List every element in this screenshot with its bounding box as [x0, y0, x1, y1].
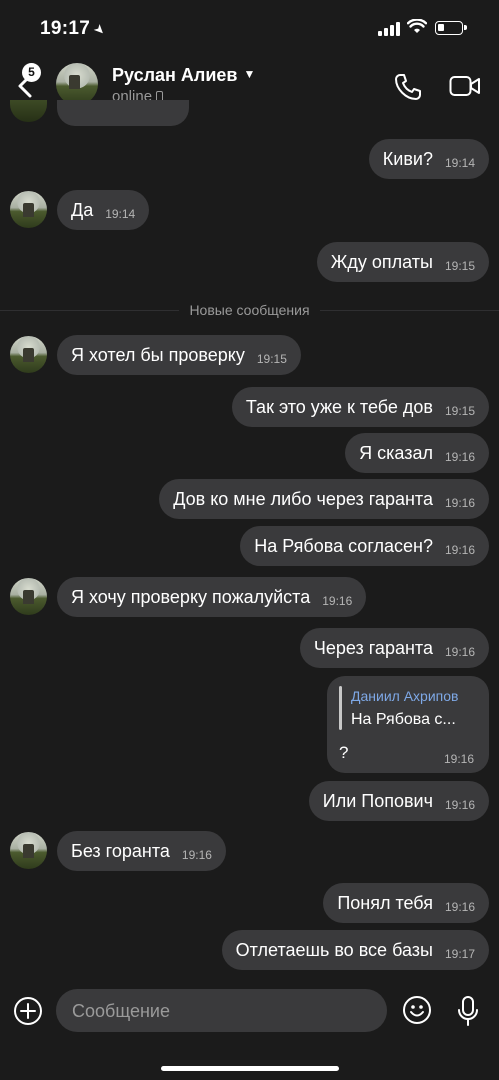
message-text: Понял тебя [337, 892, 433, 913]
message-bubble-outgoing[interactable]: Киви? 19:14 [368, 139, 489, 179]
new-messages-divider: Новые сообщения [0, 302, 499, 318]
message-time: 19:14 [444, 156, 475, 170]
message-time: 19:16 [444, 752, 475, 766]
message-text: Или Попович [322, 790, 433, 811]
message-bubble-outgoing[interactable]: Через гаранта 19:16 [299, 628, 489, 668]
home-indicator[interactable] [161, 1066, 339, 1071]
message-time: 19:16 [181, 848, 212, 862]
message-bubble-incoming[interactable]: Без горанта 19:16 [57, 831, 226, 871]
message-bubble-outgoing[interactable]: Я сказал 19:16 [345, 433, 489, 473]
message-bubble-incoming[interactable]: Я хотел бы проверку 19:15 [57, 335, 301, 375]
message-text: Да [71, 199, 94, 220]
message-bubble-outgoing[interactable]: На Рябова согласен? 19:16 [240, 526, 489, 566]
message-text: Без горанта [71, 840, 170, 861]
contact-avatar-small[interactable] [10, 191, 47, 228]
message-text: Я хочу проверку пожалуйста [71, 586, 311, 607]
cellular-signal-icon [378, 22, 400, 36]
contact-avatar-small[interactable] [10, 578, 47, 615]
message-time: 19:15 [444, 404, 475, 418]
message-text: Отлетаешь во все базы [235, 939, 433, 960]
message-bubble-incoming[interactable]: Я хочу проверку пожалуйста 19:16 [57, 577, 367, 617]
reply-quote-bar [339, 686, 342, 730]
message-time: 19:16 [444, 645, 475, 659]
contact-avatar-small[interactable] [10, 336, 47, 373]
phone-call-icon[interactable] [393, 72, 423, 102]
message-time: 19:16 [322, 594, 353, 608]
message-time: 19:17 [444, 947, 475, 961]
message-time: 19:16 [444, 496, 475, 510]
battery-icon [435, 21, 467, 35]
message-bubble-outgoing[interactable]: Дов ко мне либо через гаранта 19:16 [159, 479, 489, 519]
add-attachment-icon[interactable] [13, 996, 43, 1026]
message-time: 19:14 [105, 207, 136, 221]
status-time: 19:17➤ [40, 18, 110, 39]
contact-avatar[interactable] [56, 63, 98, 105]
chevron-down-icon: ▼ [243, 67, 256, 81]
message-time: 19:16 [444, 900, 475, 914]
reply-quoted-author[interactable]: Даниил Ахрипов [351, 688, 458, 704]
message-composer[interactable] [56, 989, 387, 1034]
reply-quoted-text[interactable]: На Рябова с... [351, 711, 456, 729]
avatar-clipped [10, 100, 47, 122]
contact-name[interactable]: Руслан Алиев ▼ [112, 65, 255, 86]
location-arrow-icon: ➤ [90, 20, 110, 39]
message-text: Я хотел бы проверку [71, 344, 245, 365]
wifi-icon [407, 19, 427, 33]
message-time: 19:16 [444, 798, 475, 812]
message-text: Дов ко мне либо через гаранта [173, 488, 433, 509]
message-bubble-outgoing[interactable]: Понял тебя 19:16 [323, 883, 489, 923]
message-bubble-clipped [57, 100, 189, 126]
message-bubble-outgoing[interactable]: Жду оплаты 19:15 [316, 242, 489, 282]
message-time: 19:15 [444, 259, 475, 273]
message-text: Через гаранта [313, 637, 433, 658]
message-bubble-outgoing[interactable]: Отлетаешь во все базы 19:17 [221, 930, 489, 970]
message-text: Киви? [382, 148, 433, 169]
contact-avatar-small[interactable] [10, 832, 47, 869]
message-bubble-outgoing[interactable]: Или Попович 19:16 [308, 781, 489, 821]
message-text: На Рябова согласен? [254, 535, 433, 556]
message-bubble-incoming[interactable]: Да 19:14 [57, 190, 150, 230]
message-text: ? [339, 743, 349, 762]
message-text: Жду оплаты [330, 251, 433, 272]
unread-badge: 5 [22, 63, 41, 82]
message-bubble-outgoing[interactable]: Так это уже к тебе дов 19:15 [231, 387, 489, 427]
message-time: 19:15 [256, 352, 287, 366]
message-text: Так это уже к тебе дов [245, 396, 433, 417]
message-bubble-reply[interactable]: Даниил Ахрипов На Рябова с... ? 19:16 [327, 676, 489, 773]
message-text: Я сказал [359, 442, 433, 463]
message-input[interactable] [70, 989, 374, 1034]
emoji-icon[interactable] [402, 995, 432, 1025]
video-call-icon[interactable] [449, 74, 481, 98]
message-time: 19:16 [444, 543, 475, 557]
microphone-icon[interactable] [456, 995, 480, 1027]
message-time: 19:16 [444, 450, 475, 464]
